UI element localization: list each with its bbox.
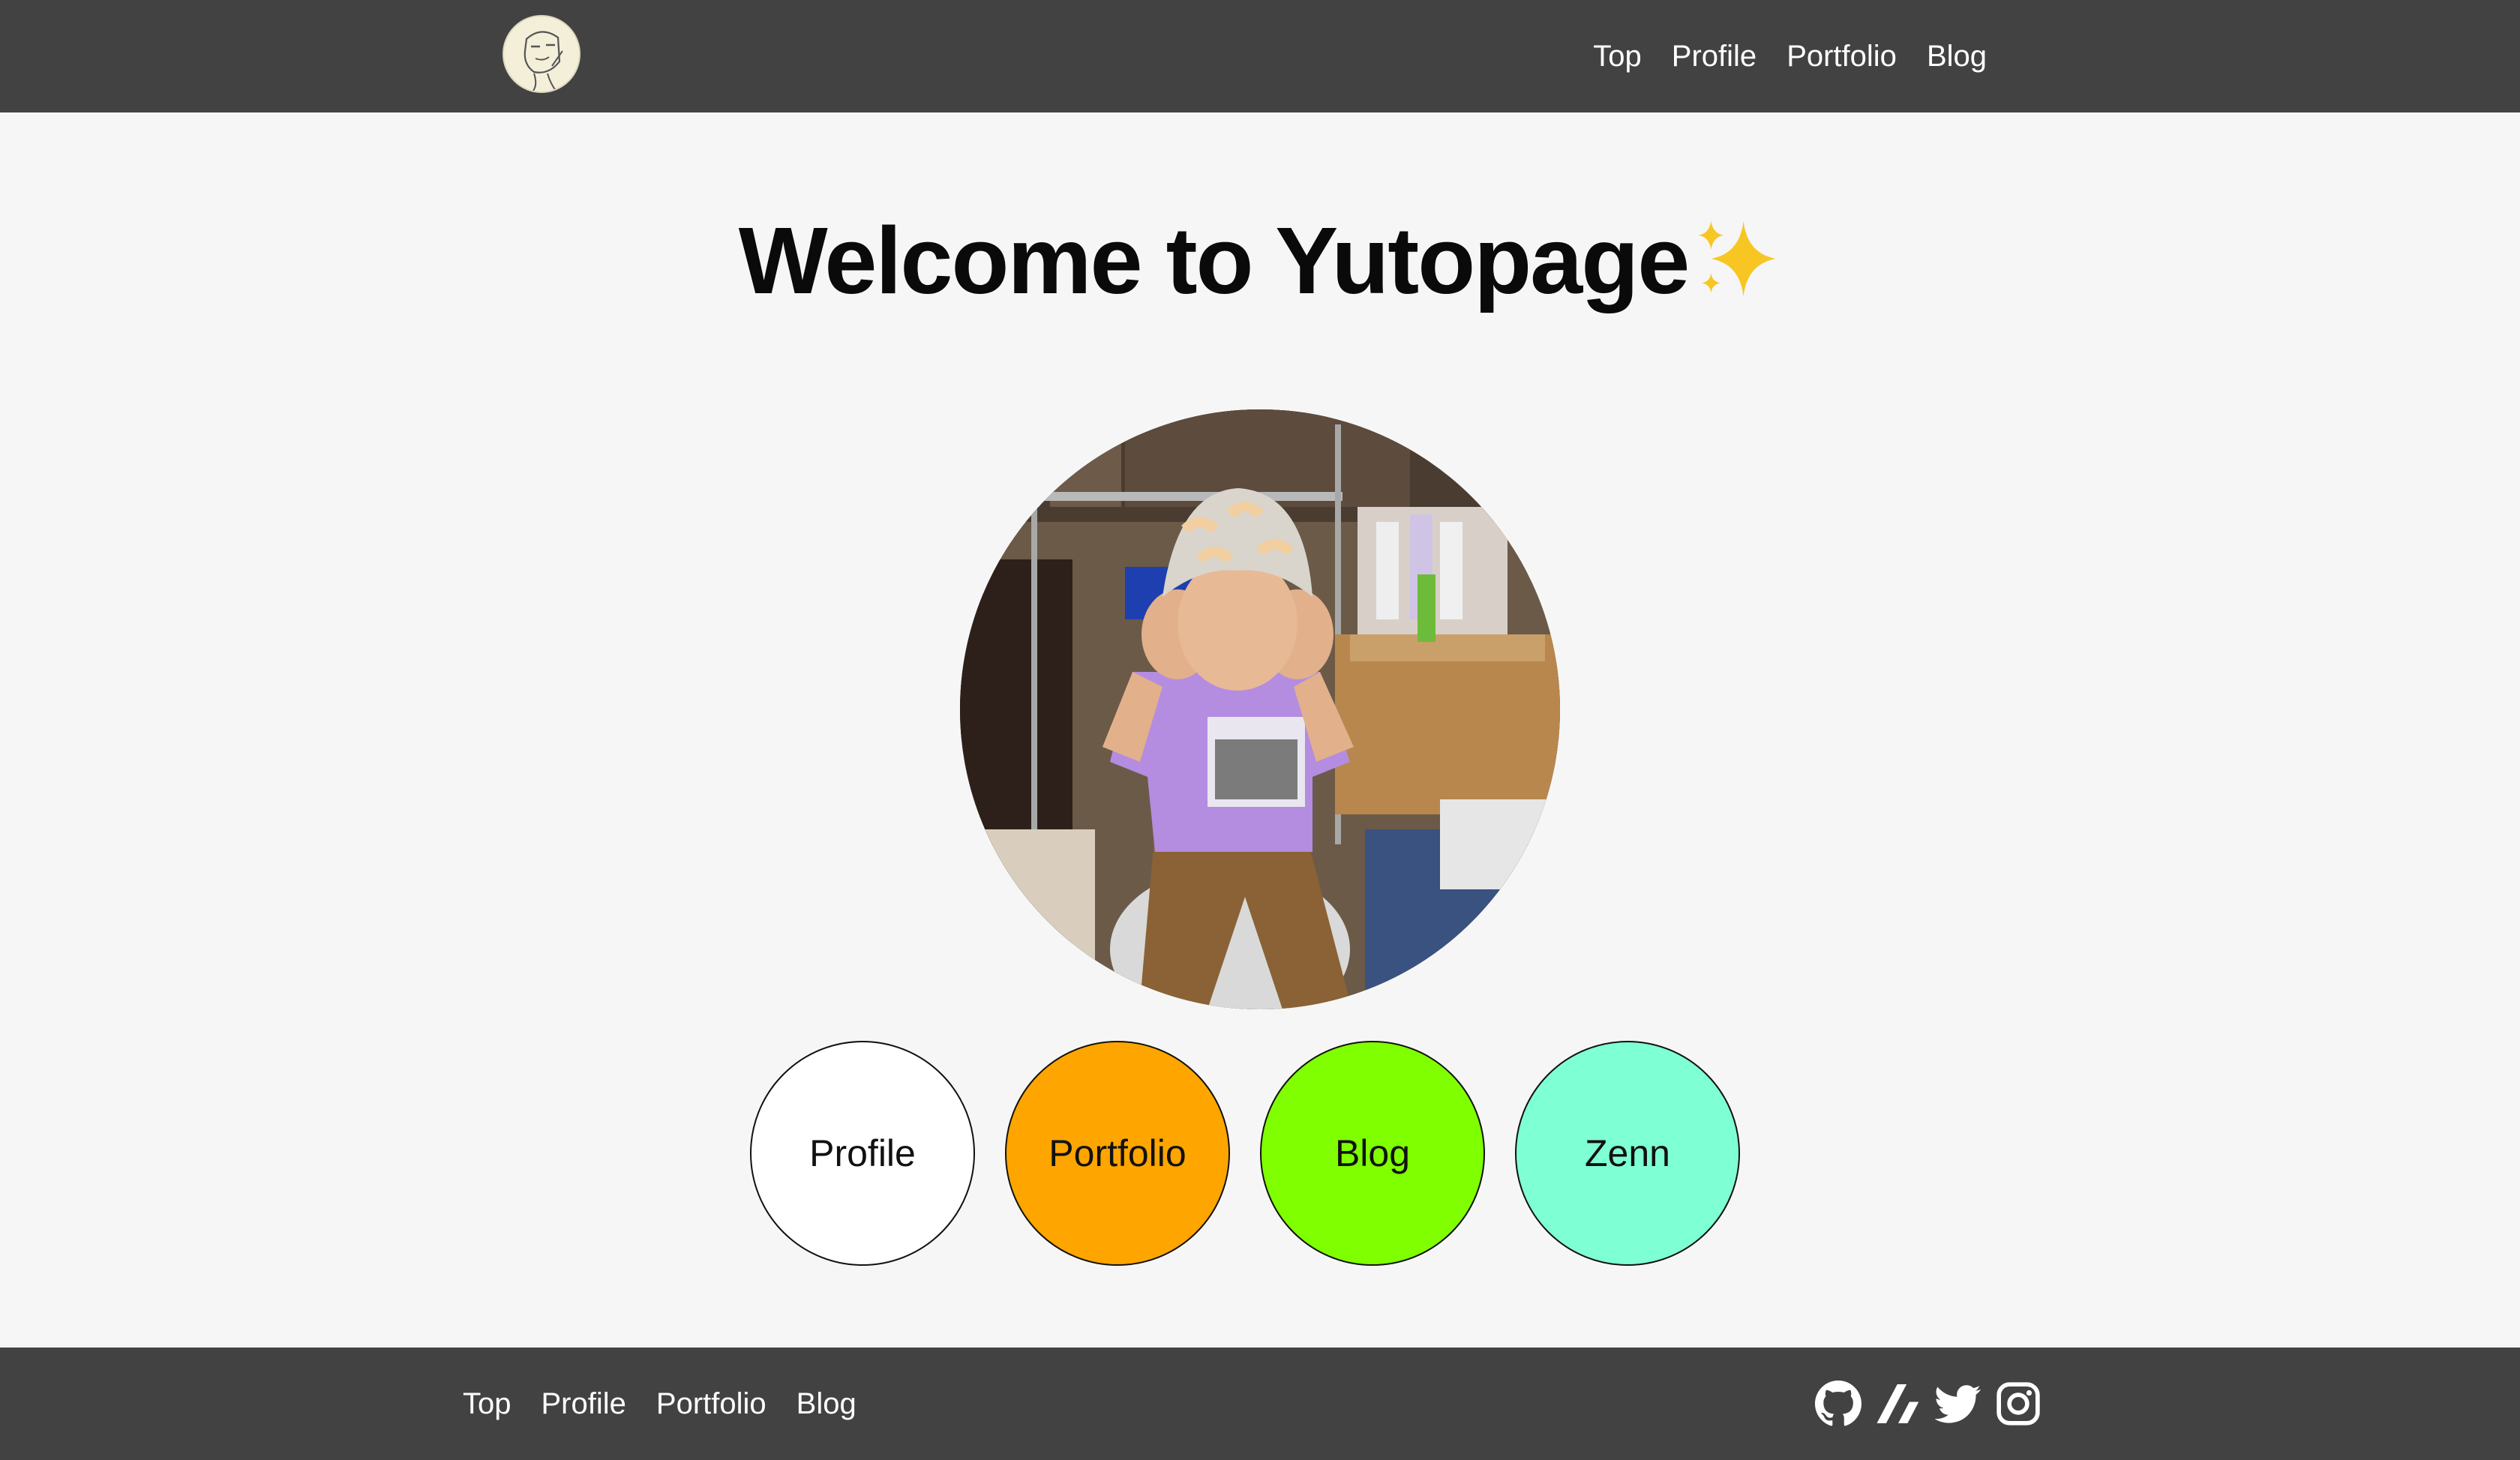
social-links [1815,1378,2042,1430]
github-icon[interactable] [1815,1381,1862,1427]
cartoon-face-logo-icon [504,16,579,91]
header-nav-top[interactable]: Top [1593,41,1642,71]
zenn-circle-button[interactable]: Zenn [1515,1041,1740,1266]
portfolio-circle-button[interactable]: Portfolio [1005,1041,1230,1266]
profile-circle-label: Profile [809,1132,916,1174]
logo-avatar[interactable] [502,15,580,93]
twitter-icon[interactable] [1935,1381,1982,1427]
header-nav-portfolio[interactable]: Portfolio [1786,41,1897,71]
profile-circle-button[interactable]: Profile [750,1041,975,1266]
circle-button-group: Profile Portfolio Blog Zenn [0,1041,2520,1266]
zenn-circle-label: Zenn [1585,1132,1670,1174]
header-nav-blog[interactable]: Blog [1927,41,1987,71]
blog-circle-label: Blog [1334,1132,1411,1174]
sparkles-icon [1691,214,1781,304]
blog-circle-button[interactable]: Blog [1260,1041,1485,1266]
page-title: Welcome to Yutopage [0,208,2520,313]
instagram-icon[interactable] [1995,1381,2042,1427]
profile-photo [960,409,1560,1009]
site-header: Top Profile Portfolio Blog [0,0,2520,112]
footer-nav-profile[interactable]: Profile [542,1389,626,1419]
header-nav: Top Profile Portfolio Blog [1593,30,1987,82]
page-title-text: Welcome to Yutopage [738,208,1690,313]
header-nav-profile[interactable]: Profile [1672,41,1756,71]
portfolio-circle-label: Portfolio [1048,1132,1186,1174]
footer-nav-portfolio[interactable]: Portfolio [656,1389,766,1419]
footer-nav-blog[interactable]: Blog [796,1389,856,1419]
footer-nav-top[interactable]: Top [463,1389,512,1419]
site-footer: Top Profile Portfolio Blog [0,1348,2520,1460]
footer-nav: Top Profile Portfolio Blog [463,1378,856,1430]
zenn-icon[interactable] [1875,1381,1922,1427]
